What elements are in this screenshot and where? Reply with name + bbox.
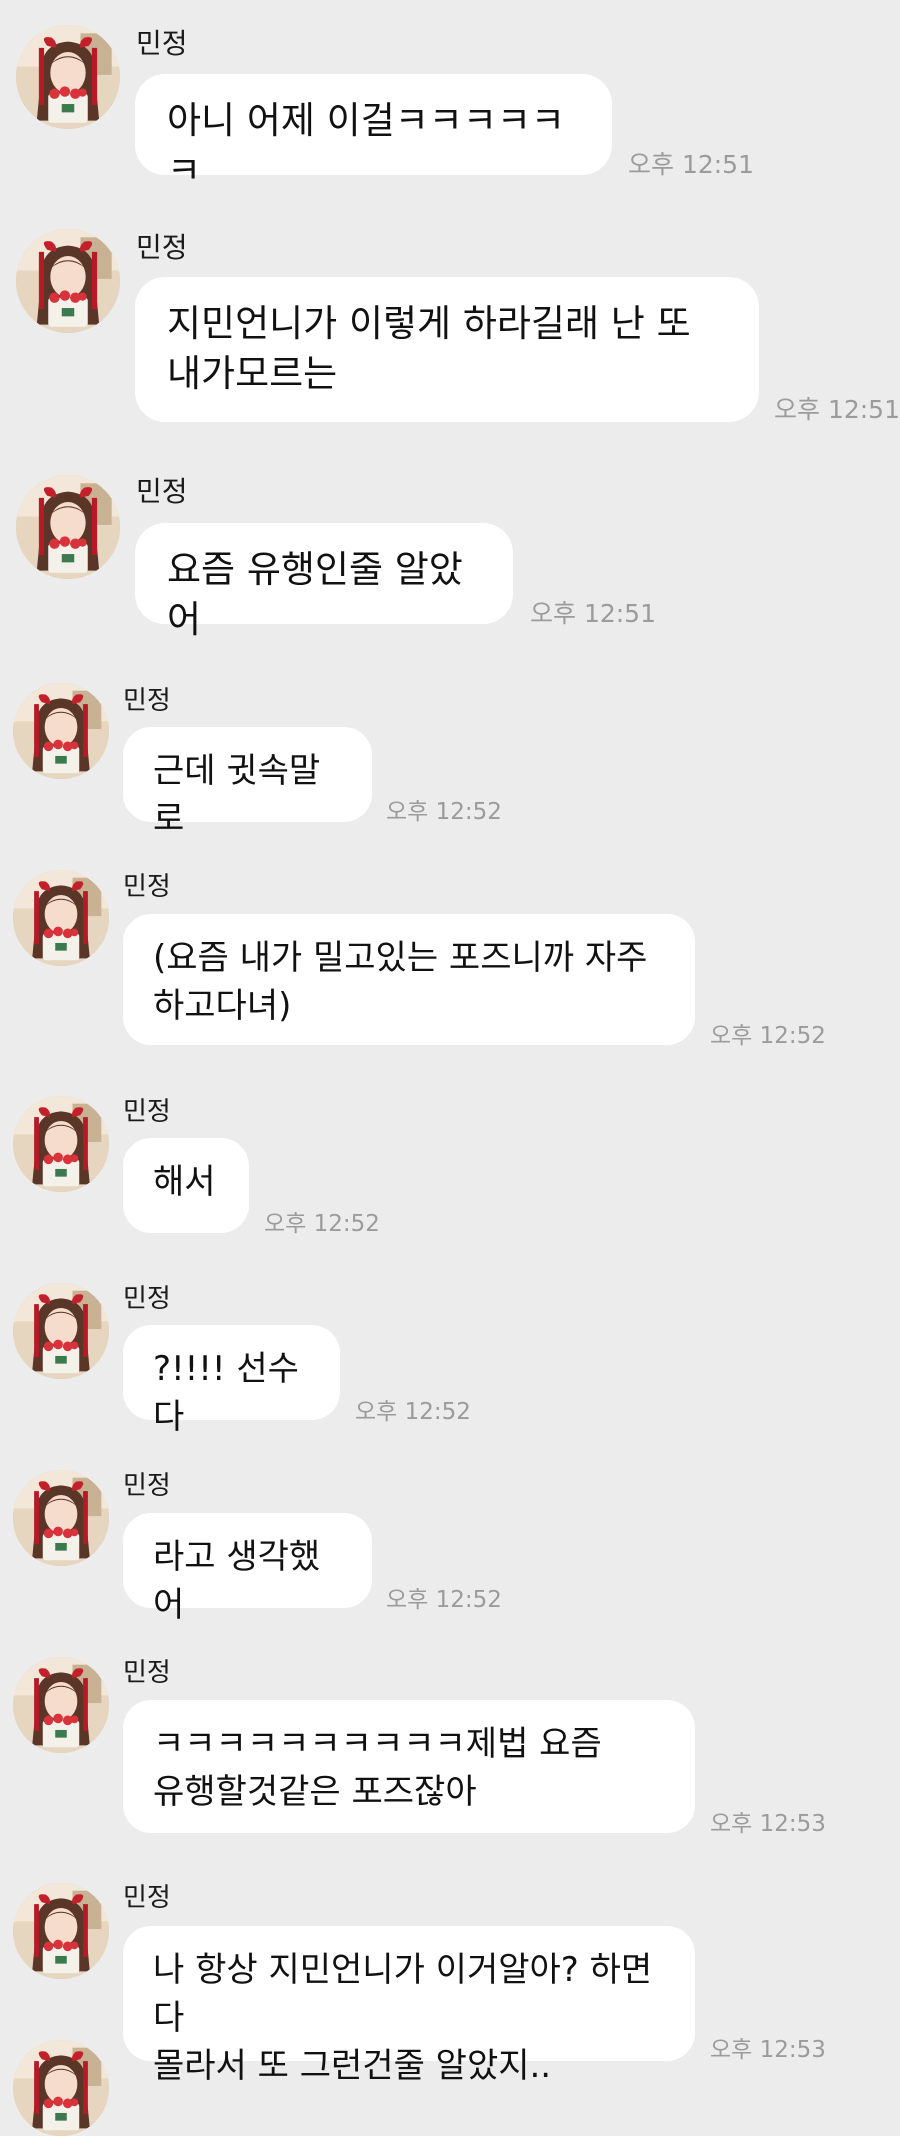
avatar[interactable] (13, 1096, 109, 1192)
sender-name: 민정 (123, 1471, 171, 1501)
avatar[interactable] (13, 2040, 109, 2136)
sender-name: 민정 (123, 1883, 171, 1913)
message-bubble[interactable]: (요즘 내가 밀고있는 포즈니까 자주 하고다녀) (123, 914, 695, 1045)
avatar[interactable] (16, 229, 120, 333)
sender-name: 민정 (123, 872, 171, 902)
sender-name: 민정 (136, 231, 188, 264)
message-bubble[interactable]: ?!!!! 선수다 (123, 1325, 340, 1437)
sender-name: 민정 (136, 475, 188, 508)
message-bubble[interactable]: 라고 생각했어 (123, 1513, 372, 1625)
avatar[interactable] (13, 683, 109, 779)
message-time: 오후 12:51 (628, 150, 754, 179)
avatar[interactable] (16, 25, 120, 129)
avatar[interactable] (13, 1657, 109, 1753)
message-bubble[interactable]: 요즘 유행인줄 알았어 (135, 523, 513, 641)
message-bubble[interactable]: ㅋㅋㅋㅋㅋㅋㅋㅋㅋㅋ제법 요즘 유행할것같은 포즈잖아 (123, 1700, 695, 1833)
sender-name: 민정 (123, 1658, 171, 1688)
message-time: 오후 12:51 (774, 395, 900, 424)
message-time: 오후 12:53 (710, 1811, 826, 1837)
message-time: 오후 12:52 (386, 1587, 502, 1613)
message-time: 오후 12:52 (386, 799, 502, 825)
message-bubble[interactable]: 해서 (123, 1138, 249, 1233)
message-time: 오후 12:53 (710, 2037, 826, 2063)
message-bubble[interactable]: 아니 어제 이걸ㅋㅋㅋㅋㅋㅋ (135, 74, 612, 192)
message-time: 오후 12:52 (264, 1211, 380, 1237)
sender-name: 민정 (123, 1097, 171, 1127)
message-bubble[interactable]: 나 항상 지민언니가 이거알아? 하면 다 몰라서 또 그런건줄 알았지.. (123, 1926, 695, 2086)
sender-name: 민정 (136, 27, 188, 60)
avatar[interactable] (13, 870, 109, 966)
message-bubble[interactable]: 지민언니가 이렇게 하라길래 난 또 내가모르는 (135, 277, 759, 422)
message-time: 오후 12:52 (710, 1023, 826, 1049)
avatar[interactable] (16, 475, 120, 579)
message-time: 오후 12:52 (355, 1399, 471, 1425)
sender-name: 민정 (123, 1284, 171, 1314)
message-bubble[interactable]: 근데 귓속말로 (123, 727, 372, 839)
avatar[interactable] (13, 1470, 109, 1566)
sender-name: 민정 (123, 686, 171, 716)
avatar[interactable] (13, 1283, 109, 1379)
avatar[interactable] (13, 1883, 109, 1979)
message-time: 오후 12:51 (530, 599, 656, 628)
